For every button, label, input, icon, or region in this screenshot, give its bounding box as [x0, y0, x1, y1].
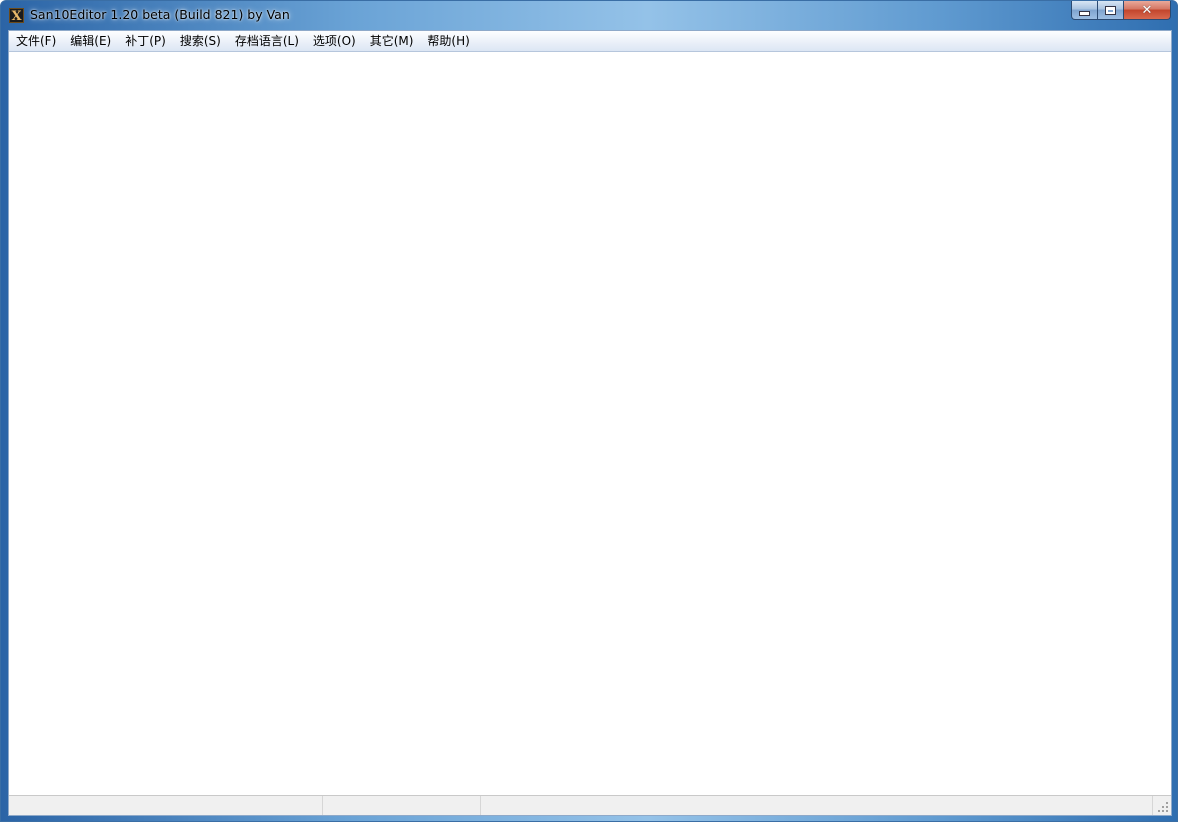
maximize-icon	[1105, 5, 1116, 15]
menu-other[interactable]: 其它(M)	[363, 31, 421, 51]
window-title: San10Editor 1.20 beta (Build 821) by Van	[30, 7, 290, 22]
minimize-icon	[1079, 10, 1090, 16]
size-grip-icon[interactable]	[1153, 796, 1171, 815]
menu-patch[interactable]: 补丁(P)	[118, 31, 173, 51]
app-icon[interactable]: X	[9, 8, 24, 24]
client-area: 文件(F) 编辑(E) 补丁(P) 搜索(S) 存档语言(L) 选项(O) 其它…	[8, 30, 1172, 816]
close-button[interactable]: ✕	[1124, 1, 1171, 20]
close-icon: ✕	[1141, 2, 1153, 18]
maximize-button[interactable]	[1098, 1, 1124, 20]
status-bar	[9, 795, 1171, 815]
title-bar[interactable]: X San10Editor 1.20 beta (Build 821) by V…	[1, 1, 1177, 30]
status-pane-2	[323, 796, 481, 815]
minimize-button[interactable]	[1071, 1, 1098, 20]
menu-help[interactable]: 帮助(H)	[420, 31, 476, 51]
status-pane-1	[9, 796, 323, 815]
caption-buttons: ✕	[1071, 1, 1171, 21]
menu-save-language[interactable]: 存档语言(L)	[228, 31, 306, 51]
menu-file[interactable]: 文件(F)	[9, 31, 63, 51]
menu-options[interactable]: 选项(O)	[306, 31, 363, 51]
status-pane-3	[481, 796, 1153, 815]
menu-bar: 文件(F) 编辑(E) 补丁(P) 搜索(S) 存档语言(L) 选项(O) 其它…	[9, 31, 1171, 52]
menu-search[interactable]: 搜索(S)	[173, 31, 228, 51]
menu-edit[interactable]: 编辑(E)	[63, 31, 118, 51]
editor-content-area[interactable]	[9, 52, 1171, 796]
app-window: X San10Editor 1.20 beta (Build 821) by V…	[0, 0, 1178, 822]
